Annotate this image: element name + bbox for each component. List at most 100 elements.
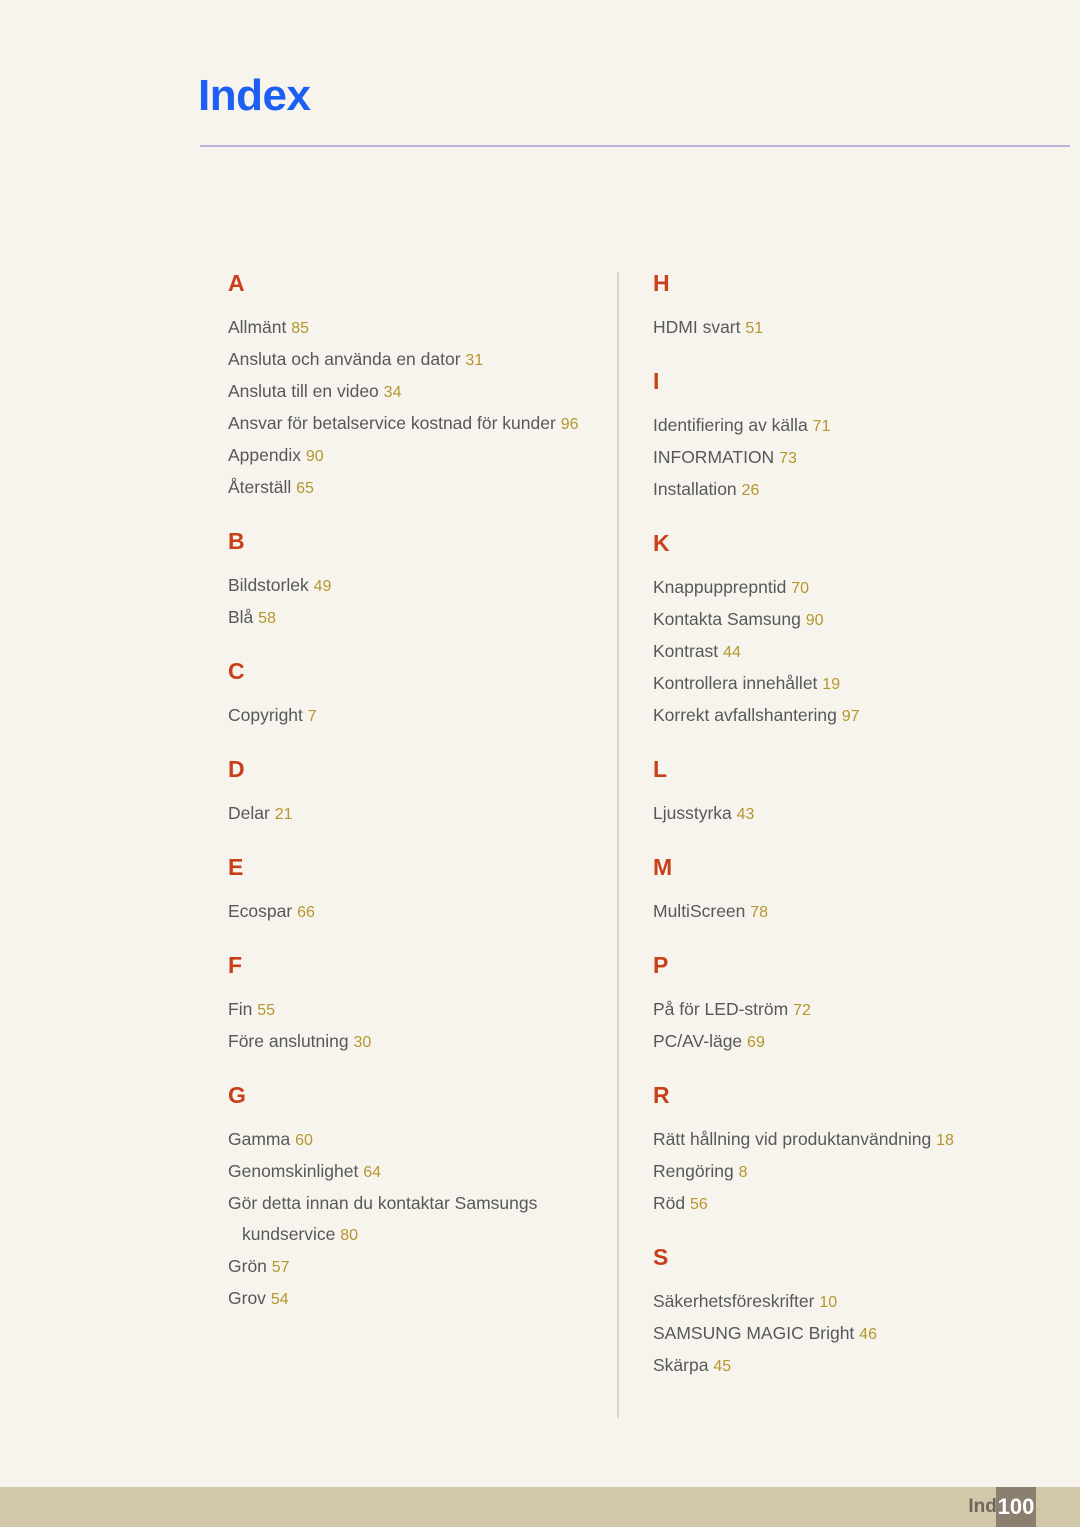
- letter-heading: R: [653, 1082, 670, 1108]
- index-column-right: H HDMI svart 51 I Identifiering av källa 71…: [653, 272, 1023, 1382]
- letter-heading: F: [228, 952, 243, 978]
- index-entry[interactable]: Knappupprepntid 70: [653, 572, 1023, 604]
- index-entry[interactable]: Återställ 65: [228, 472, 598, 504]
- letter-heading: L: [653, 756, 668, 782]
- index-entry[interactable]: Ljusstyrka 43: [653, 798, 1023, 830]
- letter-heading: K: [653, 530, 670, 556]
- index-entry-page: 21: [274, 806, 293, 823]
- letter-group-s: S Säkerhetsföreskrifter 10 SAMSUNG MAGIC B…: [653, 1246, 1023, 1382]
- index-entry-title: Blå: [228, 607, 254, 627]
- index-entry-title: Copyright: [228, 705, 303, 725]
- index-entry[interactable]: Ansvar för betalservice kostnad för kund…: [228, 408, 598, 440]
- index-entry[interactable]: SAMSUNG MAGIC Bright 46: [653, 1318, 1023, 1350]
- index-entry-page: 51: [745, 320, 764, 337]
- index-entry[interactable]: Identifiering av källa 71: [653, 410, 1023, 442]
- index-entry-title: Grön: [228, 1256, 267, 1276]
- index-entry-title: På för LED-ström: [653, 999, 789, 1019]
- index-entry-title: Ansluta till en video: [228, 381, 379, 401]
- index-entry[interactable]: Installation 26: [653, 474, 1023, 506]
- index-entry-title: Appendix: [228, 445, 301, 465]
- index-entry[interactable]: På för LED-ström 72: [653, 994, 1023, 1026]
- index-entry[interactable]: HDMI svart 51: [653, 312, 1023, 344]
- letter-group-b: B Bildstorlek 49 Blå 58: [228, 530, 598, 634]
- index-entry[interactable]: Skärpa 45: [653, 1350, 1023, 1382]
- index-entry-page: 18: [936, 1132, 954, 1149]
- index-entry[interactable]: Gamma 60: [228, 1124, 598, 1156]
- index-entry[interactable]: Kontrollera innehållet 19: [653, 668, 1023, 700]
- letter-heading: A: [228, 270, 245, 296]
- index-entry[interactable]: Copyright 7: [228, 700, 598, 732]
- index-entry[interactable]: Rengöring 8: [653, 1156, 1023, 1188]
- index-column-left: A Allmänt 85 Ansluta och använda en dator …: [228, 272, 598, 1315]
- index-entry-page: 60: [295, 1132, 313, 1149]
- letter-heading: S: [653, 1244, 669, 1270]
- index-entry-title: PC/AV-läge: [653, 1031, 743, 1051]
- index-entry[interactable]: Röd 56: [653, 1188, 1023, 1220]
- index-entry-title: HDMI svart: [653, 317, 741, 337]
- index-entry-page: 73: [779, 450, 797, 467]
- index-entry[interactable]: Grön 57: [228, 1251, 598, 1283]
- index-entry-page: 90: [805, 612, 824, 629]
- index-entry-page: 70: [791, 580, 809, 597]
- letter-group-k: K Knappupprepntid 70 Kontakta Samsung 90 Ko…: [653, 532, 1023, 732]
- index-entry-title: Säkerhetsföreskrifter: [653, 1291, 815, 1311]
- index-entry-title: Skärpa: [653, 1355, 709, 1375]
- index-entry[interactable]: Säkerhetsföreskrifter 10: [653, 1286, 1023, 1318]
- letter-group-l: L Ljusstyrka 43: [653, 758, 1023, 830]
- index-entry-page: 54: [270, 1291, 289, 1308]
- index-entry[interactable]: Rätt hållning vid produktanvändning 18: [653, 1124, 1023, 1156]
- index-entry[interactable]: Allmänt 85: [228, 312, 598, 344]
- index-entry[interactable]: INFORMATION 73: [653, 442, 1023, 474]
- index-entry[interactable]: Kontakta Samsung 90: [653, 604, 1023, 636]
- footer-band: [0, 1487, 1080, 1527]
- index-entry-title: Ecospar: [228, 901, 293, 921]
- index-entry-page: 34: [383, 384, 402, 401]
- index-entry-title: Installation: [653, 479, 737, 499]
- index-entry-page: 69: [747, 1034, 765, 1051]
- index-entry[interactable]: Kontrast 44: [653, 636, 1023, 668]
- letter-group-e: E Ecospar 66: [228, 856, 598, 928]
- index-entry[interactable]: Fin 55: [228, 994, 598, 1026]
- index-entry-page: 90: [305, 448, 324, 465]
- index-entry[interactable]: Ansluta till en video 34: [228, 376, 598, 408]
- index-entry[interactable]: Korrekt avfallshantering 97: [653, 700, 1023, 732]
- letter-heading: B: [228, 528, 245, 554]
- index-entry-page: 19: [822, 676, 841, 693]
- index-entry-page: 85: [291, 320, 310, 337]
- index-entry-title: Knappupprepntid: [653, 577, 787, 597]
- index-entry-page: 44: [723, 644, 741, 661]
- letter-heading: M: [653, 854, 673, 880]
- index-entry[interactable]: Grov 54: [228, 1283, 598, 1315]
- index-entry-title: INFORMATION: [653, 447, 775, 467]
- index-entry-title: Allmänt: [228, 317, 287, 337]
- index-entry[interactable]: Delar 21: [228, 798, 598, 830]
- index-entry[interactable]: MultiScreen 78: [653, 896, 1023, 928]
- index-entry[interactable]: Appendix 90: [228, 440, 598, 472]
- letter-group-p: P På för LED-ström 72 PC/AV-läge 69: [653, 954, 1023, 1058]
- letter-group-f: F Fin 55 Före anslutning 30: [228, 954, 598, 1058]
- letter-group-h: H HDMI svart 51: [653, 272, 1023, 344]
- index-entry-page: 7: [307, 708, 317, 725]
- letter-heading: H: [653, 270, 670, 296]
- index-entry[interactable]: PC/AV-läge 69: [653, 1026, 1023, 1058]
- index-entry[interactable]: Gör detta innan du kontaktar Samsungs ku…: [228, 1188, 598, 1251]
- index-entry-page: 58: [258, 610, 276, 627]
- index-entry-page: 80: [340, 1227, 359, 1244]
- index-entry-title: Gamma: [228, 1129, 291, 1149]
- index-entry-page: 45: [713, 1358, 732, 1375]
- index-entry-page: 66: [297, 904, 315, 921]
- index-entry-title: Grov: [228, 1288, 266, 1308]
- index-entry[interactable]: Blå 58: [228, 602, 598, 634]
- index-entry-page: 30: [353, 1034, 372, 1051]
- index-entry[interactable]: Bildstorlek 49: [228, 570, 598, 602]
- index-entry[interactable]: Genomskinlighet 64: [228, 1156, 598, 1188]
- index-entry-page: 56: [689, 1196, 708, 1213]
- index-entry-title: SAMSUNG MAGIC Bright: [653, 1323, 855, 1343]
- letter-heading: E: [228, 854, 244, 880]
- index-entry-page: 8: [738, 1164, 748, 1181]
- index-entry[interactable]: Ecospar 66: [228, 896, 598, 928]
- letter-heading: G: [228, 1082, 246, 1108]
- index-entry[interactable]: Ansluta och använda en dator 31: [228, 344, 598, 376]
- index-entry[interactable]: Före anslutning 30: [228, 1026, 598, 1058]
- index-entry-page: 49: [313, 578, 332, 595]
